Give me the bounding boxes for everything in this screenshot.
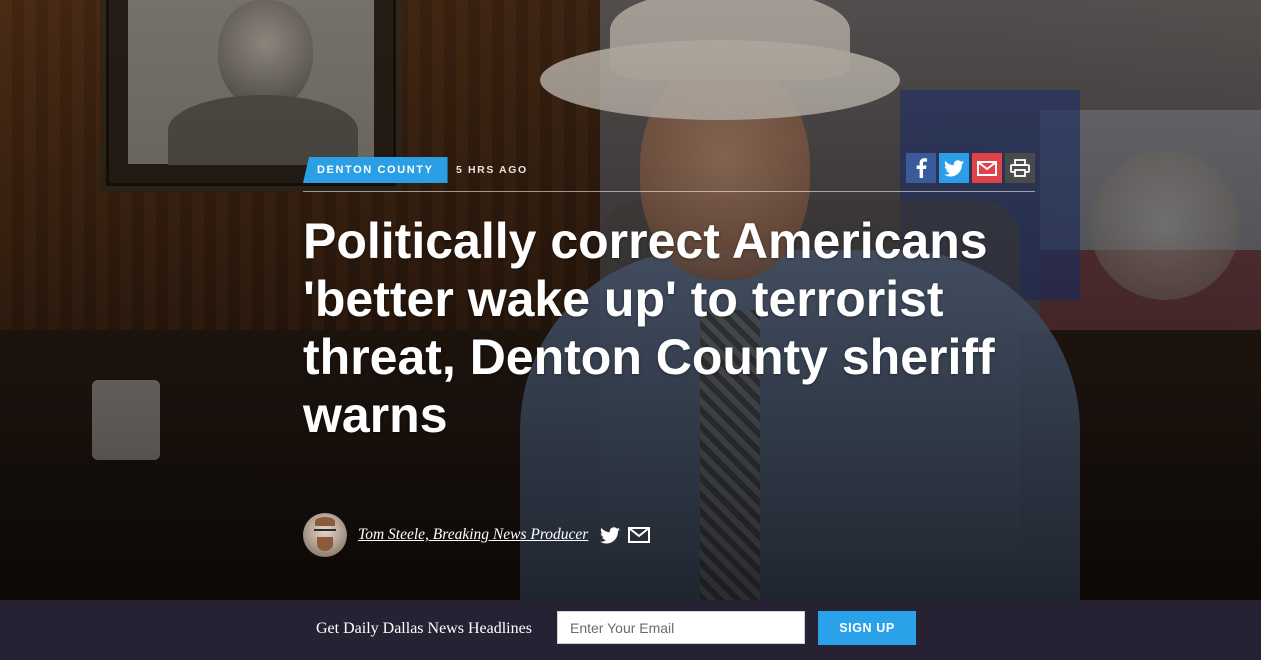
newsletter-bar: Get Daily Dallas News Headlines SIGN UP — [0, 600, 1261, 660]
email-icon — [628, 527, 651, 543]
category-tag[interactable]: DENTON COUNTY — [303, 157, 448, 183]
meta-divider — [303, 191, 1035, 192]
avatar-beard — [317, 537, 333, 551]
avatar-hair — [315, 517, 335, 526]
author-avatar[interactable] — [303, 513, 347, 557]
print-button[interactable] — [1005, 153, 1035, 183]
share-email-button[interactable] — [972, 153, 1002, 183]
newsletter-label: Get Daily Dallas News Headlines — [316, 620, 532, 637]
print-icon — [1010, 159, 1030, 177]
share-buttons — [906, 153, 1035, 183]
twitter-icon — [600, 526, 621, 543]
twitter-icon — [944, 159, 964, 176]
author-twitter-link[interactable] — [600, 526, 621, 544]
newsletter-email-input[interactable] — [557, 611, 805, 644]
author-name-link[interactable]: Tom Steele, Breaking News Producer — [358, 526, 588, 544]
email-icon — [977, 160, 997, 176]
newsletter-signup-button[interactable]: SIGN UP — [818, 611, 916, 645]
facebook-icon — [916, 158, 927, 178]
timestamp: 5 HRS AGO — [456, 164, 528, 176]
share-twitter-button[interactable] — [939, 153, 969, 183]
byline: Tom Steele, Breaking News Producer — [303, 513, 651, 557]
share-facebook-button[interactable] — [906, 153, 936, 183]
avatar-glasses — [314, 529, 336, 536]
author-email-link[interactable] — [628, 527, 651, 543]
article-meta-row: DENTON COUNTY 5 HRS AGO — [303, 153, 1035, 191]
article-headline: Politically correct Americans 'better wa… — [303, 213, 995, 443]
